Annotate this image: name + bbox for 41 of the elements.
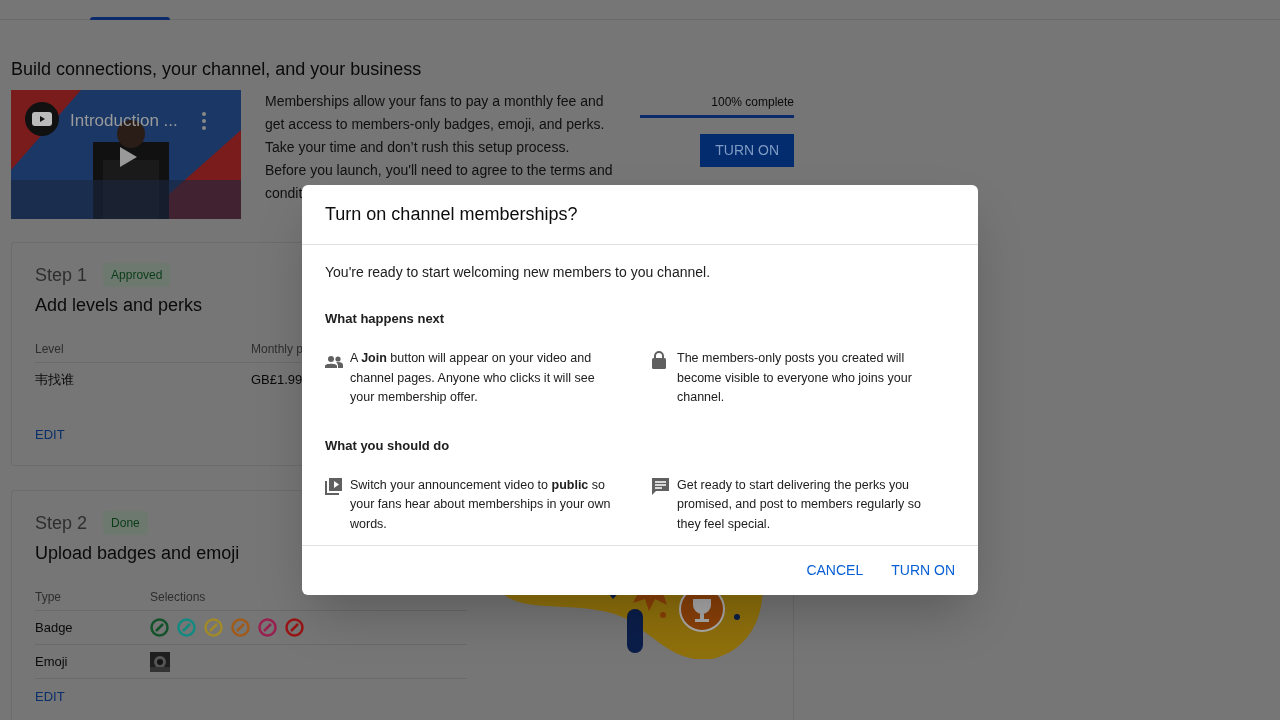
- table-cell-text: 韦找谁: [35, 371, 75, 390]
- turn-on-button[interactable]: TURN ON: [700, 134, 794, 167]
- column-header: Level: [35, 340, 65, 358]
- dialog-intro-text: You're ready to start welcoming new members to you channel.: [325, 263, 712, 281]
- column-header: Selections: [150, 588, 206, 606]
- step-label: Step 1: [35, 264, 88, 287]
- video-title: Introduction ...: [70, 111, 178, 131]
- description-text: condit: [265, 184, 304, 203]
- table-cell-text: Emoji: [35, 652, 69, 671]
- table-cell-text: GB£1.99: [251, 371, 303, 390]
- step-label: Step 2: [35, 512, 88, 535]
- info-text: Switch your announcement video to public so your fans hear about memberships in your own words.: [350, 476, 612, 533]
- video-icon: [325, 477, 342, 495]
- section-heading: What happens next: [325, 311, 446, 327]
- edit-link[interactable]: EDIT: [35, 687, 65, 707]
- column-header: Type: [35, 588, 62, 606]
- dialog-title: Turn on channel memberships?: [302, 185, 978, 245]
- info-text: Get ready to start delivering the perks you promised, and post to members regularly so they feel special.: [677, 476, 922, 533]
- turn-on-button[interactable]: TURN ON: [880, 554, 966, 587]
- info-text: A Join button will appear on your video and channel pages. Anyone who clicks it will see your membership offer.: [350, 350, 596, 406]
- edit-link[interactable]: EDIT: [35, 425, 65, 445]
- lock-icon: [652, 351, 666, 369]
- step-title: Add levels and perks: [35, 294, 204, 317]
- info-text: The members-only posts you created will become visible to everyone who joins your channel.: [677, 350, 913, 406]
- description-text: Take your time and don’t rush this setup process.: [265, 138, 571, 157]
- description-text: Before you launch, you'll need to agree to the terms and: [265, 161, 614, 180]
- description-text: Memberships allow your fans to pay a monthly fee and: [265, 92, 605, 111]
- message-icon: [652, 477, 669, 495]
- table-cell-text: Badge: [35, 618, 74, 637]
- column-header: Monthly p: [251, 340, 304, 358]
- more-icon[interactable]: [202, 112, 206, 130]
- people-icon: [325, 356, 343, 368]
- progress-label: 100% complete: [711, 94, 794, 110]
- section-heading: What you should do: [325, 437, 451, 454]
- step-title: Upload badges and emoji: [35, 542, 241, 565]
- play-icon[interactable]: [118, 146, 138, 168]
- cancel-button[interactable]: CANCEL: [795, 554, 875, 587]
- section-heading: Build connections, your channel, and your business: [11, 58, 423, 81]
- status-badge: Done: [103, 511, 148, 535]
- description-text: get access to members-only badges, emoji, and perks.: [265, 115, 606, 134]
- status-badge: Approved: [103, 263, 171, 287]
